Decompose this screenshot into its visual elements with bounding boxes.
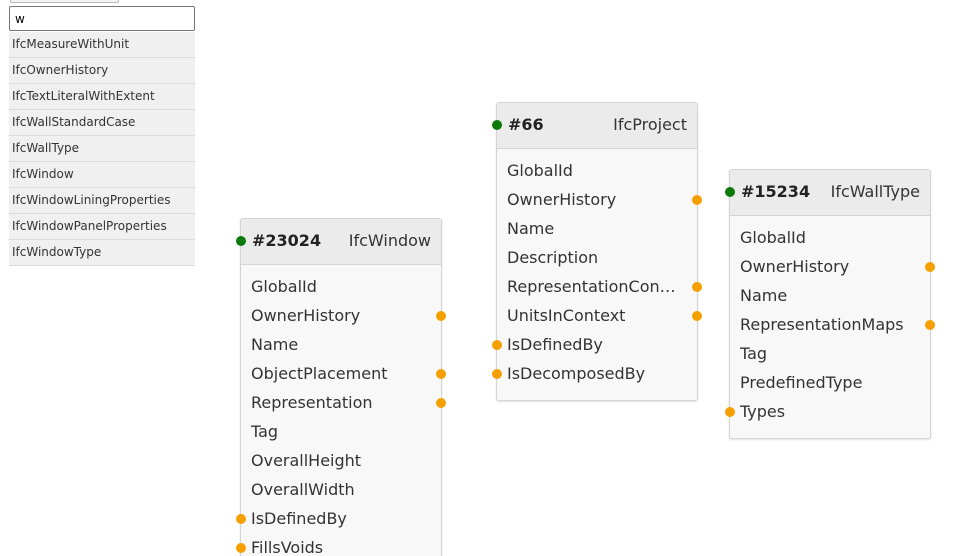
input-port-dot[interactable] [236, 514, 246, 524]
node-header[interactable]: #23024 IfcWindow [236, 219, 441, 265]
node-type: IfcProject [613, 115, 687, 134]
node-header[interactable]: #15234 IfcWallType [725, 170, 930, 216]
output-port-dot[interactable] [436, 398, 446, 408]
field-row[interactable]: Types [725, 397, 930, 426]
output-port-dot[interactable] [436, 369, 446, 379]
suggestion-item[interactable]: IfcTextLiteralWithExtent [9, 84, 195, 110]
field-label: Name [507, 219, 555, 238]
field-label: Name [740, 286, 788, 305]
field-label: OwnerHistory [251, 306, 361, 325]
field-label: UnitsInContext [507, 306, 626, 325]
field-row[interactable]: Representation [241, 388, 446, 417]
suggestion-item[interactable]: IfcWindowType [9, 240, 195, 266]
node-fields: GlobalId OwnerHistory Name ObjectPlacement R… [236, 265, 446, 556]
field-label: RepresentationContexts [507, 277, 679, 296]
input-port-dot[interactable] [236, 543, 246, 553]
field-row: GlobalId [497, 156, 697, 185]
node-fields: GlobalId OwnerHistory Name Description Repre… [492, 149, 702, 388]
node-ifcwalltype[interactable]: #15234 IfcWallType GlobalId OwnerHistory N… [725, 169, 935, 439]
field-row: Tag [241, 417, 441, 446]
input-port-dot[interactable] [725, 407, 735, 417]
output-port-dot[interactable] [436, 311, 446, 321]
node-header[interactable]: #66 IfcProject [492, 103, 697, 149]
suggestion-item[interactable]: IfcMeasureWithUnit [9, 32, 195, 58]
input-port-dot[interactable] [725, 187, 735, 197]
field-label: Description [507, 248, 599, 267]
field-label: Types [740, 402, 786, 421]
field-label: IsDecomposedBy [507, 364, 646, 383]
input-port-dot[interactable] [236, 236, 246, 246]
suggestion-item[interactable]: IfcWallStandardCase [9, 110, 195, 136]
field-label: GlobalId [740, 228, 806, 247]
field-row: Description [497, 243, 697, 272]
field-row: Tag [730, 339, 930, 368]
field-label: GlobalId [507, 161, 573, 180]
suggestion-item[interactable]: IfcOwnerHistory [9, 58, 195, 84]
field-label: OverallWidth [251, 480, 355, 499]
input-port-dot[interactable] [492, 120, 502, 130]
field-label: OverallHeight [251, 451, 362, 470]
field-label: IsDefinedBy [507, 335, 603, 354]
field-label: FillsVoids [251, 538, 324, 556]
input-port-dot[interactable] [492, 340, 502, 350]
field-row: Name [497, 214, 697, 243]
field-row: OverallWidth [241, 475, 441, 504]
node-ifcproject[interactable]: #66 IfcProject GlobalId OwnerHistory Name D… [492, 102, 702, 401]
node-id: #23024 [252, 231, 322, 250]
field-row[interactable]: OwnerHistory [497, 185, 702, 214]
node-type: IfcWindow [348, 231, 431, 250]
search-input[interactable] [9, 6, 195, 31]
output-port-dot[interactable] [925, 320, 935, 330]
field-label: IsDefinedBy [251, 509, 347, 528]
field-row: Name [730, 281, 930, 310]
output-port-dot[interactable] [692, 311, 702, 321]
field-row[interactable]: RepresentationMaps [730, 310, 935, 339]
field-row[interactable]: ObjectPlacement [241, 359, 446, 388]
field-label: Representation [251, 393, 373, 412]
search-button[interactable] [10, 0, 119, 3]
node-id: #15234 [741, 182, 811, 201]
field-row[interactable]: IsDefinedBy [236, 504, 441, 533]
node-type: IfcWallType [830, 182, 920, 201]
field-label: RepresentationMaps [740, 315, 904, 334]
field-label: Name [251, 335, 299, 354]
field-row: GlobalId [241, 272, 441, 301]
field-label: OwnerHistory [740, 257, 850, 276]
field-row[interactable]: UnitsInContext [497, 301, 702, 330]
field-row[interactable]: OwnerHistory [241, 301, 446, 330]
suggestion-item[interactable]: IfcWindow [9, 162, 195, 188]
graph-canvas[interactable]: IfcMeasureWithUnitIfcOwnerHistoryIfcText… [0, 0, 967, 556]
node-fields: GlobalId OwnerHistory Name RepresentationMa… [725, 216, 935, 426]
node-ifcwindow[interactable]: #23024 IfcWindow GlobalId OwnerHistory Nam… [236, 218, 446, 556]
field-label: GlobalId [251, 277, 317, 296]
field-row: OverallHeight [241, 446, 441, 475]
suggestion-item[interactable]: IfcWallType [9, 136, 195, 162]
field-label: Tag [251, 422, 279, 441]
field-row[interactable]: FillsVoids [236, 533, 441, 556]
node-id: #66 [508, 115, 544, 134]
field-row: Name [241, 330, 441, 359]
field-label: Tag [740, 344, 768, 363]
field-row[interactable]: IsDefinedBy [492, 330, 697, 359]
field-label: ObjectPlacement [251, 364, 388, 383]
field-label: OwnerHistory [507, 190, 617, 209]
output-port-dot[interactable] [692, 282, 702, 292]
field-row[interactable]: OwnerHistory [730, 252, 935, 281]
output-port-dot[interactable] [925, 262, 935, 272]
field-row: GlobalId [730, 223, 930, 252]
field-row[interactable]: RepresentationContexts [497, 272, 702, 301]
input-port-dot[interactable] [492, 369, 502, 379]
suggestion-item[interactable]: IfcWindowLiningProperties [9, 188, 195, 214]
field-label: PredefinedType [740, 373, 863, 392]
suggestion-list: IfcMeasureWithUnit IfcOwnerHistory IfcText… [9, 32, 195, 266]
suggestion-item[interactable]: IfcWindowPanelProperties [9, 214, 195, 240]
field-row: PredefinedType [730, 368, 930, 397]
field-row[interactable]: IsDecomposedBy [492, 359, 697, 388]
output-port-dot[interactable] [692, 195, 702, 205]
